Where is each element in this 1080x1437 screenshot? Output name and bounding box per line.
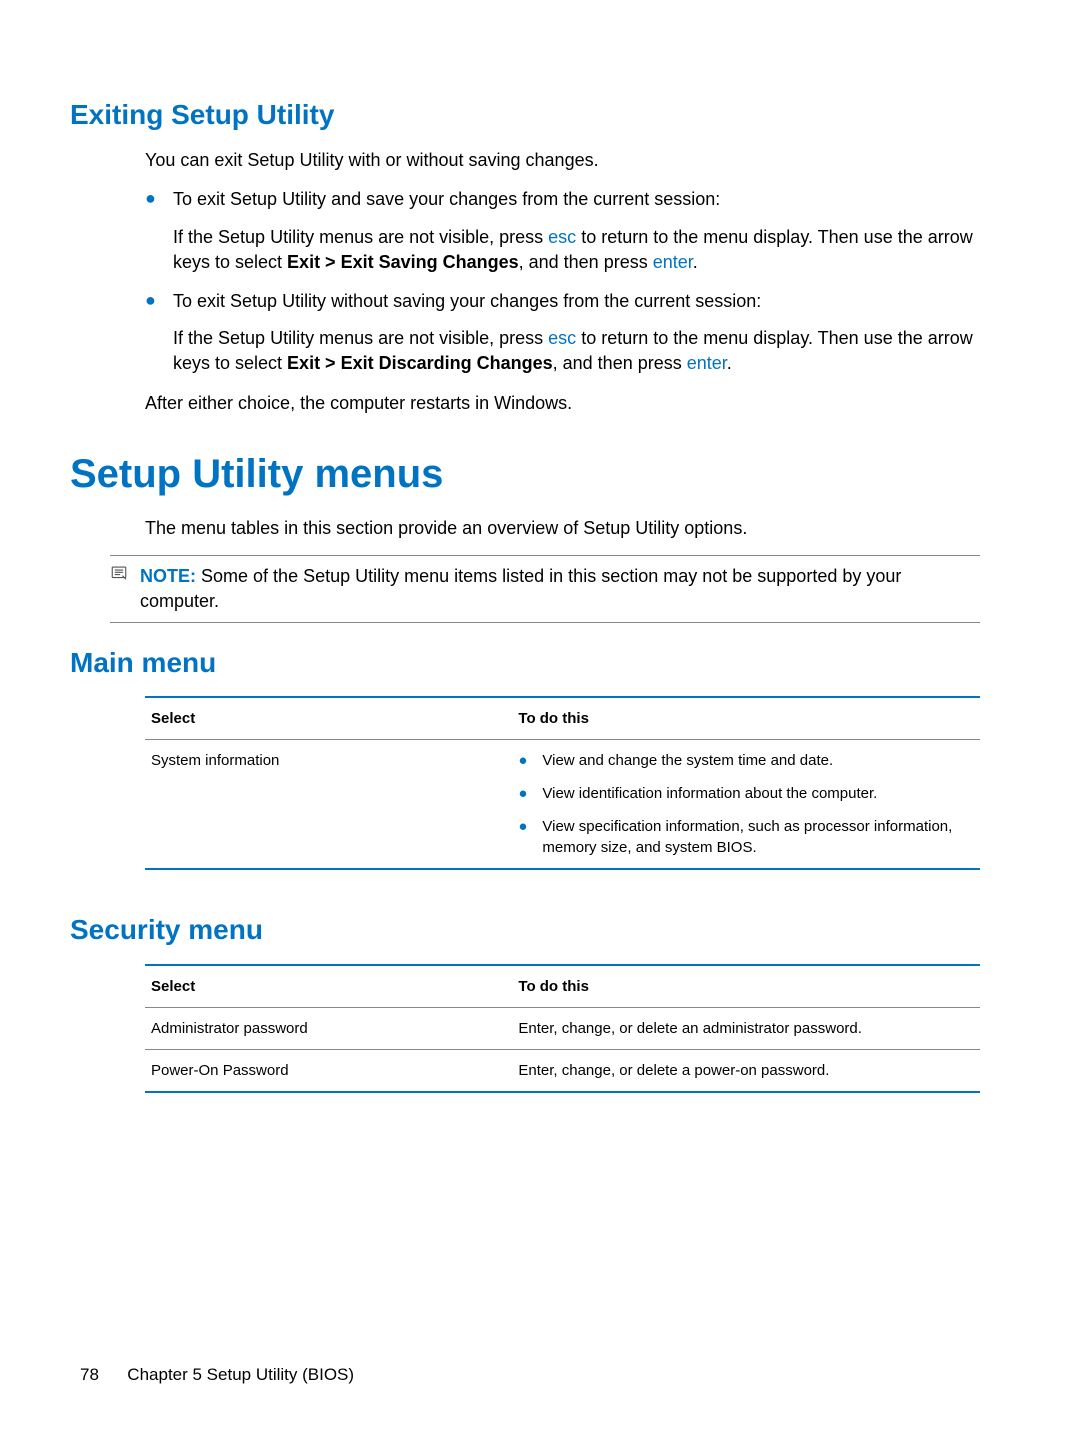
list-item: ●View and change the system time and dat… — [518, 750, 974, 771]
bullet-icon: ● — [145, 289, 173, 314]
heading-exiting: Exiting Setup Utility — [70, 95, 1010, 134]
text: . — [693, 252, 698, 272]
main-menu-table: Select To do this System information ●Vi… — [145, 696, 980, 870]
table-row: Power-On Password Enter, change, or dele… — [145, 1049, 980, 1092]
page-footer: 78 Chapter 5 Setup Utility (BIOS) — [80, 1363, 354, 1387]
list-item: ●View specification information, such as… — [518, 816, 974, 858]
key-esc: esc — [548, 328, 576, 348]
bullet-text-1: To exit Setup Utility and save your chan… — [173, 187, 1010, 212]
item-text: View and change the system time and date… — [542, 750, 833, 771]
cell-action: Enter, change, or delete a power-on pass… — [512, 1049, 980, 1092]
chapter-label: Chapter 5 Setup Utility (BIOS) — [127, 1365, 354, 1384]
heading-menus: Setup Utility menus — [70, 446, 1010, 502]
bullet-icon: ● — [518, 783, 542, 804]
menu-path: Exit > Exit Discarding Changes — [287, 353, 553, 373]
key-enter: enter — [687, 353, 727, 373]
bullet-icon: ● — [145, 187, 173, 212]
sub-para-1: If the Setup Utility menus are not visib… — [173, 225, 980, 275]
bullet-item-2: ● To exit Setup Utility without saving y… — [145, 289, 1010, 314]
cell-action: Enter, change, or delete an administrato… — [512, 1007, 980, 1049]
bullet-item-1: ● To exit Setup Utility and save your ch… — [145, 187, 1010, 212]
heading-main-menu: Main menu — [70, 643, 1010, 682]
text: . — [727, 353, 732, 373]
note-block: NOTE: Some of the Setup Utility menu ite… — [110, 555, 980, 623]
cell-select: System information — [145, 740, 512, 870]
col-action: To do this — [512, 697, 980, 740]
text: , and then press — [553, 353, 687, 373]
table-header-row: Select To do this — [145, 697, 980, 740]
cell-action: ●View and change the system time and dat… — [512, 740, 980, 870]
bullet-icon: ● — [518, 816, 542, 858]
list-item: ●View identification information about t… — [518, 783, 974, 804]
cell-select: Administrator password — [145, 1007, 512, 1049]
note-label: NOTE: — [140, 566, 196, 586]
text: If the Setup Utility menus are not visib… — [173, 328, 548, 348]
note-body: Some of the Setup Utility menu items lis… — [140, 566, 901, 611]
table-row: Administrator password Enter, change, or… — [145, 1007, 980, 1049]
page-number: 78 — [80, 1365, 99, 1384]
col-select: Select — [145, 697, 512, 740]
cell-select: Power-On Password — [145, 1049, 512, 1092]
menus-intro: The menu tables in this section provide … — [145, 516, 1010, 541]
bullet-text-2: To exit Setup Utility without saving you… — [173, 289, 1010, 314]
text: If the Setup Utility menus are not visib… — [173, 227, 548, 247]
sub-para-2: If the Setup Utility menus are not visib… — [173, 326, 980, 376]
col-action: To do this — [512, 965, 980, 1008]
item-text: View specification information, such as … — [542, 816, 974, 858]
note-text: NOTE: Some of the Setup Utility menu ite… — [140, 564, 980, 614]
key-esc: esc — [548, 227, 576, 247]
table-row: System information ●View and change the … — [145, 740, 980, 870]
bullet-icon: ● — [518, 750, 542, 771]
exiting-intro: You can exit Setup Utility with or witho… — [145, 148, 1010, 173]
security-menu-table: Select To do this Administrator password… — [145, 964, 980, 1093]
key-enter: enter — [653, 252, 693, 272]
col-select: Select — [145, 965, 512, 1008]
table-header-row: Select To do this — [145, 965, 980, 1008]
menu-path: Exit > Exit Saving Changes — [287, 252, 519, 272]
exiting-after: After either choice, the computer restar… — [145, 391, 1010, 416]
note-icon — [110, 564, 140, 614]
item-text: View identification information about th… — [542, 783, 877, 804]
heading-security-menu: Security menu — [70, 910, 1010, 949]
text: , and then press — [519, 252, 653, 272]
